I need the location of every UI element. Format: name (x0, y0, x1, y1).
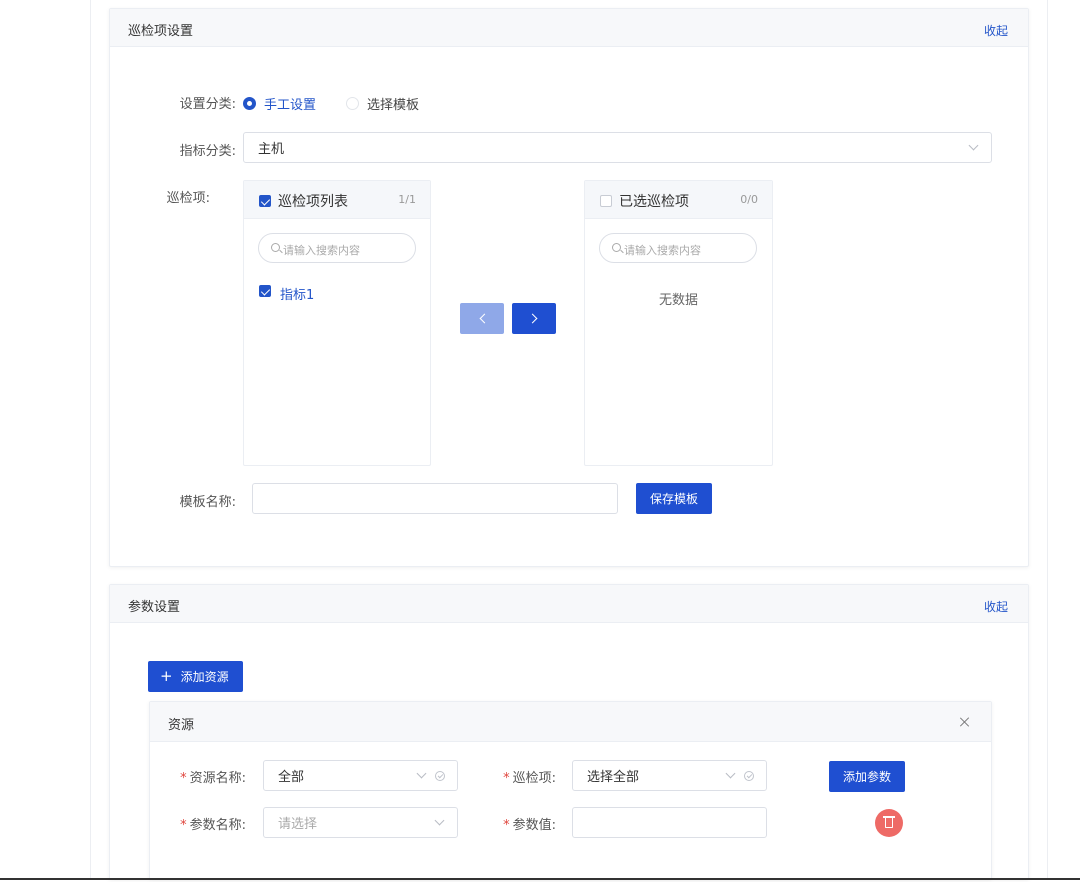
inspection-item-value: 选择全部 (587, 770, 640, 785)
empty-text: 无数据 (658, 293, 698, 308)
setting-type-label: 设置分类: (179, 97, 236, 112)
section-title: 巡检项设置 (128, 24, 194, 39)
transfer-target-list: 已选巡检项 0/0 请输入搜索内容 无数据 (584, 180, 773, 466)
item-checkbox[interactable] (259, 285, 271, 297)
transfer-source-list: 巡检项列表 1/1 请输入搜索内容 指标1 (243, 180, 431, 466)
source-list-count: 1/1 (398, 193, 416, 206)
param-value-label-text: 参数值: (512, 818, 556, 833)
param-value-label: * 参数值: (480, 814, 556, 833)
select-all-checkbox[interactable] (259, 195, 271, 207)
source-search-placeholder: 请输入搜索内容 (283, 244, 360, 257)
resource-name-label: * 资源名称: (170, 767, 246, 786)
save-template-button[interactable]: 保存模板 (636, 483, 712, 514)
delete-button[interactable] (875, 809, 903, 837)
resource-card: 资源 * 资源名称: 全部 * 巡检项: 选择全部 添加参数 * 参数名称: 请选择 (149, 701, 992, 879)
bottom-border (0, 878, 1080, 880)
resource-name-label-text: 资源名称: (189, 771, 246, 786)
chevron-left-icon (479, 313, 489, 324)
chevron-down-icon (434, 815, 445, 826)
target-list-title: 已选巡检项 (619, 194, 689, 210)
metric-category-select[interactable]: 主机 (243, 132, 992, 163)
resource-card-header: 资源 (150, 702, 991, 742)
template-name-label: 模板名称: (179, 495, 236, 510)
move-right-button[interactable] (512, 303, 556, 334)
collapse-link[interactable]: 收起 (984, 598, 1008, 615)
add-param-button[interactable]: 添加参数 (829, 761, 905, 792)
resource-name-select[interactable]: 全部 (263, 760, 458, 791)
add-resource-label: 添加资源 (180, 670, 229, 684)
chevron-down-icon (968, 140, 979, 151)
required-mark: * (503, 771, 510, 786)
chevron-down-icon (416, 768, 427, 779)
param-name-select[interactable]: 请选择 (263, 807, 458, 838)
resource-name-value: 全部 (278, 770, 305, 785)
collapse-link[interactable]: 收起 (984, 22, 1008, 39)
select-all-checkbox[interactable] (600, 195, 612, 207)
param-value-input[interactable] (572, 807, 767, 838)
inspection-item-label-text: 巡检项: (512, 771, 556, 786)
radio-unchecked-icon (346, 97, 359, 110)
chevron-right-icon (527, 313, 537, 324)
list-item-label: 指标1 (280, 288, 315, 303)
inspection-settings-card: 巡检项设置 收起 设置分类: 手工设置 选择模板 指标分类: 主机 巡检项: 巡… (109, 8, 1029, 567)
search-icon (612, 243, 621, 252)
metric-category-label: 指标分类: (179, 144, 236, 159)
close-icon[interactable] (959, 716, 971, 728)
target-list-count: 0/0 (740, 193, 758, 206)
plus-icon: + (160, 667, 173, 685)
search-icon (271, 243, 280, 252)
param-name-label-text: 参数名称: (189, 818, 246, 833)
radio-template-label: 选择模板 (367, 98, 420, 113)
target-list-header: 已选巡检项 0/0 (585, 181, 772, 219)
required-mark: * (503, 818, 510, 833)
check-circle-icon (744, 771, 754, 781)
card-header: 巡检项设置 收起 (110, 9, 1028, 47)
source-list-header: 巡检项列表 1/1 (244, 181, 430, 219)
check-circle-icon (435, 771, 445, 781)
card-header: 参数设置 收起 (110, 585, 1028, 623)
items-label: 巡检项: (166, 191, 210, 206)
chevron-down-icon (725, 768, 736, 779)
required-mark: * (180, 818, 187, 833)
list-item[interactable]: 指标1 (259, 284, 419, 304)
param-name-placeholder: 请选择 (278, 817, 318, 832)
page: 巡检项设置 收起 设置分类: 手工设置 选择模板 指标分类: 主机 巡检项: 巡… (0, 0, 1080, 882)
target-search-input[interactable]: 请输入搜索内容 (599, 233, 757, 263)
section-title: 参数设置 (128, 600, 181, 615)
source-search-input[interactable]: 请输入搜索内容 (258, 233, 416, 263)
required-mark: * (180, 771, 187, 786)
resource-card-title: 资源 (168, 718, 195, 733)
radio-manual-label: 手工设置 (264, 98, 317, 113)
source-list-title: 巡检项列表 (278, 194, 348, 210)
template-name-input[interactable] (252, 483, 618, 514)
metric-category-value: 主机 (258, 142, 285, 157)
target-search-placeholder: 请输入搜索内容 (624, 244, 701, 257)
inspection-item-select[interactable]: 选择全部 (572, 760, 767, 791)
trash-icon-body (885, 818, 893, 828)
param-name-label: * 参数名称: (170, 814, 246, 833)
radio-checked-icon (243, 97, 256, 110)
move-left-button[interactable] (460, 303, 504, 334)
add-resource-button[interactable]: + 添加资源 (148, 661, 243, 692)
param-settings-card: 参数设置 收起 + 添加资源 资源 *资源名称: 全部 *巡检项: 选择全部 (109, 584, 1029, 880)
radio-template[interactable]: 选择模板 (346, 94, 419, 113)
inspection-item-label: * 巡检项: (480, 767, 556, 786)
radio-manual[interactable]: 手工设置 (243, 94, 316, 113)
